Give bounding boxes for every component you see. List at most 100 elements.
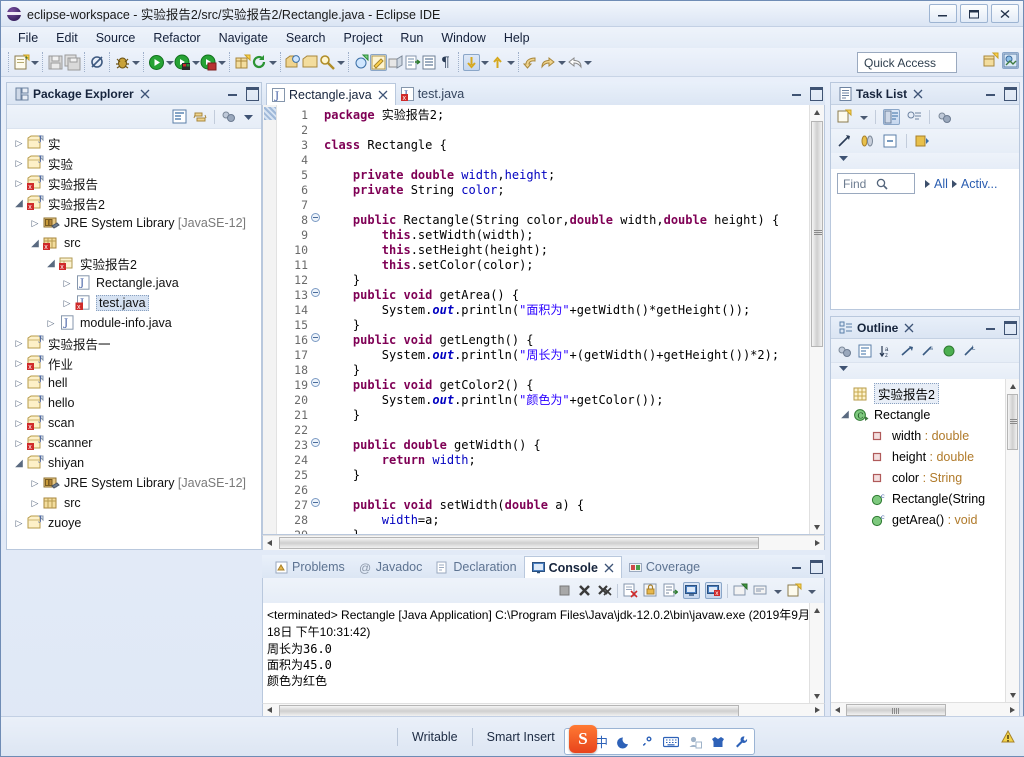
open-task-icon[interactable] <box>302 54 319 71</box>
collapse-arrow-icon[interactable] <box>11 198 27 209</box>
filter-activate-arrow[interactable] <box>951 179 957 188</box>
tab-package-explorer[interactable]: Package Explorer <box>11 83 154 105</box>
open-perspective-icon[interactable] <box>982 52 999 69</box>
maximize-view-icon[interactable] <box>809 559 823 574</box>
collapse-all-icon[interactable] <box>883 134 898 148</box>
menu-window[interactable]: Window <box>432 29 494 47</box>
show-console-on-error-icon[interactable]: x <box>705 582 722 599</box>
scroll-right-arrow[interactable] <box>810 536 824 551</box>
outline-item[interactable]: C Rectangle <box>831 404 1019 425</box>
search-dropdown-arrow[interactable] <box>336 54 345 70</box>
external-tools-dropdown-arrow[interactable] <box>217 54 226 70</box>
expand-arrow-icon[interactable] <box>11 378 27 389</box>
editor-tab-rectangle[interactable]: J Rectangle.java <box>266 83 396 105</box>
tab-task-list[interactable]: Task List <box>835 83 927 105</box>
maximize-view-icon[interactable] <box>1003 86 1017 101</box>
soft-keyboard-icon[interactable] <box>663 736 680 748</box>
java-perspective-icon[interactable] <box>1002 52 1019 69</box>
moon-icon[interactable] <box>617 735 631 749</box>
scroll-down-arrow[interactable] <box>810 689 824 703</box>
view-menu-icon[interactable] <box>837 363 1019 374</box>
menu-source[interactable]: Source <box>87 29 145 47</box>
paragraph-mark-icon[interactable]: ¶ <box>438 54 455 71</box>
sogou-logo-icon[interactable]: S <box>569 725 597 753</box>
filter-all-link[interactable]: All <box>934 177 948 191</box>
toggle-breakpoint-icon[interactable] <box>89 54 106 71</box>
fold-toggle[interactable] <box>311 210 324 225</box>
tree-item[interactable]: Jmodule-info.java <box>7 313 261 333</box>
display-selected-console-icon[interactable] <box>753 583 768 598</box>
new-java-package-icon[interactable] <box>234 54 251 71</box>
new-task-dropdown[interactable] <box>859 109 868 125</box>
menu-search[interactable]: Search <box>277 29 335 47</box>
debug-icon[interactable] <box>114 54 131 71</box>
coverage-dropdown-arrow[interactable] <box>191 54 200 70</box>
outline-item[interactable]: width : double <box>831 425 1019 446</box>
collapse-arrow-icon[interactable] <box>11 458 27 469</box>
open-console-dropdown-arrow[interactable] <box>807 583 816 599</box>
scroll-up-arrow[interactable] <box>1006 379 1019 393</box>
java-editor-icon[interactable] <box>370 53 387 71</box>
minimize-view-icon[interactable] <box>790 559 803 572</box>
tree-item[interactable]: Jxscanner <box>7 433 261 453</box>
terminate-icon[interactable] <box>557 583 572 598</box>
menu-help[interactable]: Help <box>495 29 539 47</box>
categorized-icon[interactable] <box>883 108 900 125</box>
new-java-class-icon[interactable] <box>353 54 370 71</box>
sort-icon[interactable]: az <box>879 344 893 358</box>
fold-toggle[interactable] <box>311 435 324 450</box>
menu-edit[interactable]: Edit <box>47 29 87 47</box>
new-wizard-icon[interactable]: + <box>13 54 30 71</box>
menu-file[interactable]: File <box>9 29 47 47</box>
outline-vertical-scrollbar[interactable] <box>1005 379 1019 702</box>
clear-console-icon[interactable] <box>623 583 638 598</box>
scroll-up-arrow[interactable] <box>810 603 824 617</box>
menu-refactor[interactable]: Refactor <box>144 29 209 47</box>
outline-body[interactable]: 实验报告2 C Rectangle width : double height : do… <box>831 379 1019 717</box>
expand-arrow-icon[interactable] <box>59 278 75 289</box>
debug-dropdown-arrow[interactable] <box>131 54 140 70</box>
view-menu-icon[interactable] <box>837 153 1019 164</box>
tree-item[interactable]: src <box>7 493 261 513</box>
tree-item[interactable]: Jxscan <box>7 413 261 433</box>
restore-icon[interactable] <box>915 134 930 148</box>
hide-local-types-icon[interactable]: L <box>963 344 977 358</box>
view-menu-icon[interactable] <box>242 110 255 123</box>
collapse-all-icon[interactable] <box>858 344 872 358</box>
outline-item[interactable]: height : double <box>831 446 1019 467</box>
remove-launch-icon[interactable] <box>577 583 592 598</box>
skin-icon[interactable] <box>711 735 725 749</box>
fold-toggle[interactable] <box>311 495 324 510</box>
scroll-lock-icon[interactable] <box>643 583 658 598</box>
next-edit-arrow[interactable] <box>583 54 592 70</box>
expand-arrow-icon[interactable] <box>11 438 27 449</box>
previous-annotation-icon[interactable] <box>489 54 506 71</box>
focus-on-active-task-icon[interactable] <box>837 344 851 358</box>
expand-arrow-icon[interactable] <box>43 318 59 329</box>
remove-all-terminated-icon[interactable] <box>597 583 612 598</box>
editor-tab-test[interactable]: Jx test.java <box>396 83 472 105</box>
tree-item[interactable]: x 实验报告2 <box>7 253 261 273</box>
tree-item[interactable]: Jx实验报告 <box>7 173 261 193</box>
show-console-on-output-icon[interactable] <box>683 582 700 599</box>
fold-toggle[interactable] <box>311 285 324 300</box>
task-repositories-icon[interactable] <box>860 134 875 148</box>
new-task-icon[interactable] <box>837 109 852 124</box>
collapse-arrow-icon[interactable] <box>27 238 43 249</box>
tree-item[interactable]: Jx作业 <box>7 353 261 373</box>
scroll-right-arrow[interactable] <box>1005 703 1019 718</box>
close-icon[interactable] <box>140 89 150 99</box>
run-icon[interactable] <box>148 54 165 71</box>
folding-column[interactable] <box>311 105 324 534</box>
tab-coverage[interactable]: Coverage <box>622 556 707 578</box>
save-all-icon[interactable] <box>64 54 81 71</box>
close-button[interactable] <box>991 4 1019 23</box>
refresh-dropdown-arrow[interactable] <box>268 54 277 70</box>
console-output-area[interactable]: <terminated> Rectangle [Java Application… <box>262 603 825 703</box>
scroll-left-arrow[interactable] <box>263 536 277 551</box>
collapse-arrow-icon[interactable] <box>837 409 853 420</box>
task-find-input[interactable]: Find <box>837 173 915 194</box>
hide-nonpublic-icon[interactable] <box>942 344 956 358</box>
tree-item[interactable]: JRE System Library [JavaSE-12] <box>7 473 261 493</box>
expand-arrow-icon[interactable] <box>59 298 75 309</box>
